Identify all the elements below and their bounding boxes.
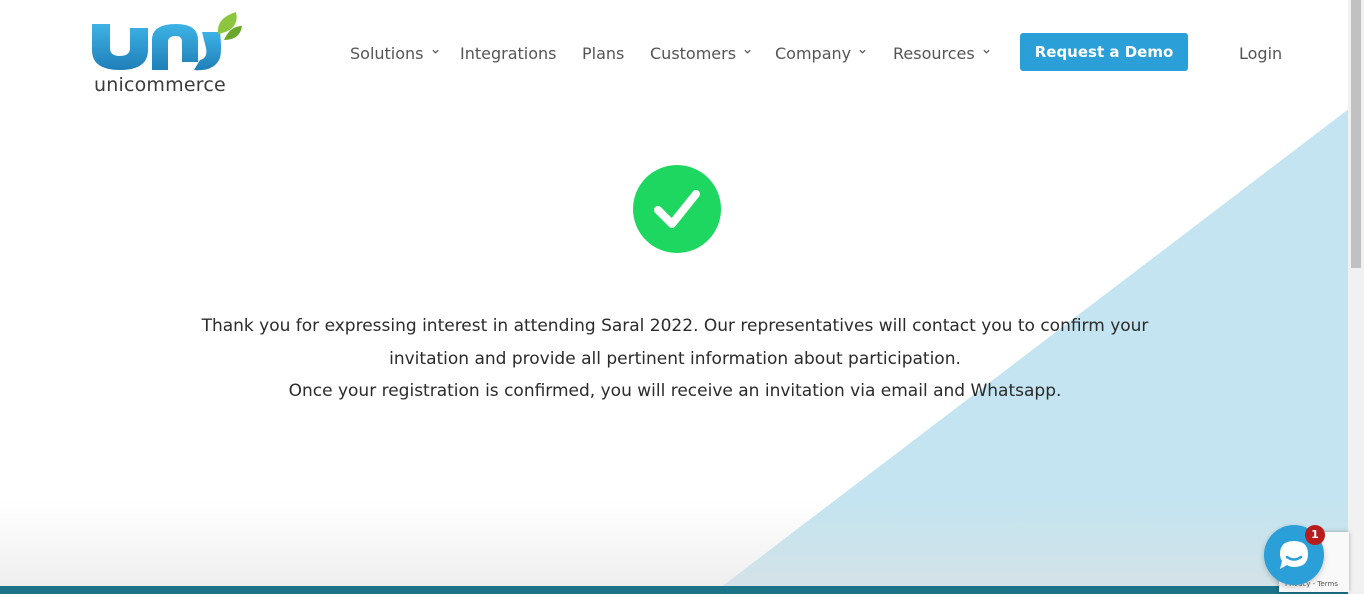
nav-company[interactable]: Company [775,42,866,66]
request-demo-button[interactable]: Request a Demo [1020,33,1188,71]
nav-plans-label: Plans [582,44,625,63]
chevron-down-icon [983,49,990,54]
nav-solutions-label: Solutions [350,44,424,63]
chevron-down-icon [431,49,439,54]
login-link[interactable]: Login [1239,42,1282,66]
chat-notification-badge: 1 [1305,525,1325,545]
chevron-down-icon [744,49,751,54]
confirmation-message: Thank you for expressing interest in att… [160,310,1190,408]
bottom-shade [0,500,1364,586]
chevron-down-icon [859,49,866,54]
nav-solutions[interactable]: Solutions [350,42,439,66]
nav-plans[interactable]: Plans [582,42,624,66]
scrollbar-thumb[interactable] [1351,0,1361,268]
message-line-2: invitation and provide all pertinent inf… [389,348,961,369]
nav-resources-label: Resources [893,44,975,63]
check-circle-icon [633,165,721,253]
message-line-1: Thank you for expressing interest in att… [201,316,1149,336]
nav-integrations-label: Integrations [460,44,557,63]
nav-customers-label: Customers [650,44,737,63]
nav-integrations[interactable]: Integrations [460,42,557,66]
nav-customers[interactable]: Customers [650,42,751,66]
logo[interactable]: unicommerce [90,10,242,100]
footer-bar [0,586,1364,594]
unicommerce-logo-icon [92,12,242,71]
scrollbar[interactable] [1348,0,1364,594]
logo-text: unicommerce [94,74,226,96]
message-line-3: Once your registration is confirmed, you… [288,381,1062,401]
nav-resources[interactable]: Resources [893,42,990,66]
nav-company-label: Company [775,44,852,63]
